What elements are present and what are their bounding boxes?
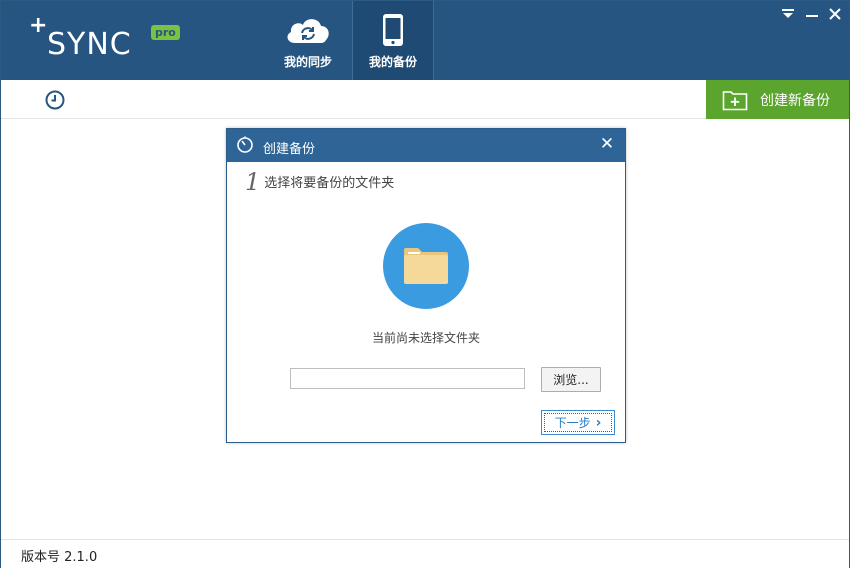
logo-plus: + — [29, 13, 48, 38]
pro-badge: pro — [151, 25, 180, 40]
add-folder-icon — [722, 90, 748, 110]
create-new-backup-button[interactable]: 创建新备份 — [706, 80, 849, 119]
timer-icon — [237, 136, 253, 153]
folder-icon — [404, 248, 448, 284]
close-icon — [829, 8, 841, 20]
step-indicator: 1 选择将要备份的文件夹 — [245, 170, 394, 194]
clock-icon — [45, 90, 65, 110]
app-window: + SYNC pro 我的同步 我的备份 创建新备份 创建备份 ✕ 1 选择将要… — [0, 0, 850, 568]
step-instruction: 选择将要备份的文件夹 — [264, 176, 395, 191]
minimize-icon — [806, 15, 818, 17]
chevron-right-icon: › — [595, 414, 602, 431]
history-button[interactable] — [44, 89, 66, 111]
tab-my-sync[interactable]: 我的同步 — [267, 1, 349, 80]
folder-status-text: 当前尚未选择文件夹 — [371, 331, 480, 345]
next-step-label: 下一步 — [554, 416, 591, 430]
dialog-close-button[interactable]: ✕ — [597, 134, 617, 156]
titlebar: + SYNC pro 我的同步 我的备份 — [1, 1, 849, 80]
menu-dropdown-button[interactable] — [777, 5, 799, 23]
folder-path-input[interactable] — [290, 368, 525, 389]
tab-my-sync-label: 我的同步 — [283, 55, 332, 69]
phone-icon — [353, 13, 433, 47]
create-backup-dialog: 创建备份 ✕ 1 选择将要备份的文件夹 当前尚未选择文件夹 浏览... 下一步 … — [226, 128, 626, 443]
status-bar: 版本号 2.1.0 — [1, 539, 849, 568]
dropdown-menu-icon — [782, 9, 794, 18]
folder-illustration — [383, 223, 469, 309]
logo-wordmark: SYNC — [47, 27, 132, 62]
version-label: 版本号 2.1.0 — [21, 550, 98, 565]
dialog-header: 创建备份 ✕ — [227, 129, 625, 162]
close-window-button[interactable] — [824, 5, 846, 23]
create-new-backup-label: 创建新备份 — [760, 92, 830, 109]
cloud-sync-icon — [267, 13, 349, 47]
step-number: 1 — [245, 168, 261, 196]
minimize-button[interactable] — [801, 5, 823, 23]
toolbar: 创建新备份 — [1, 80, 849, 119]
dialog-title: 创建备份 — [263, 142, 316, 157]
browse-button[interactable]: 浏览... — [541, 367, 601, 392]
tab-my-backup[interactable]: 我的备份 — [352, 1, 434, 80]
next-step-button[interactable]: 下一步 › — [541, 410, 615, 435]
tab-my-backup-label: 我的备份 — [368, 55, 417, 69]
